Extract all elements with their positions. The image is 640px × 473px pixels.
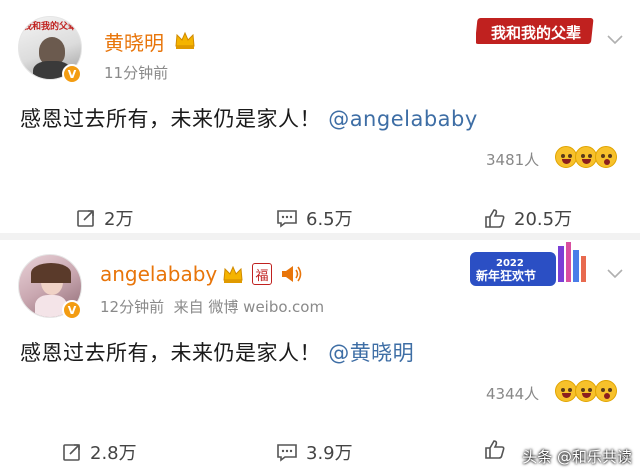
mention-link[interactable]: @黄晓明 <box>328 341 414 365</box>
post-text: 感恩过去所有，未来仍是家人！ <box>20 107 321 131</box>
comment-button[interactable]: 6.5万 <box>276 205 353 231</box>
comment-icon <box>277 210 297 228</box>
post-time: 11分钟前 <box>104 64 169 82</box>
likes-count: 4344人 <box>486 385 540 403</box>
movie-banner[interactable]: 我和我的父辈 <box>476 14 596 48</box>
watermark: 头条 @和乐共读 <box>522 448 632 466</box>
verified-icon: V <box>62 300 82 320</box>
repost-icon <box>63 444 80 461</box>
mention-link[interactable]: @angelababy <box>328 107 478 131</box>
post-content: 感恩过去所有，未来仍是家人！ @黄晓明 <box>20 337 414 367</box>
repost-icon <box>77 210 94 227</box>
post-time: 12分钟前 来自 微博 weibo.com <box>100 296 324 317</box>
emoji-laugh-icon <box>555 380 577 402</box>
comment-count: 6.5万 <box>306 209 353 230</box>
like-count: 20.5万 <box>514 209 573 230</box>
emoji-laugh-icon <box>575 146 597 168</box>
comment-count: 3.9万 <box>306 443 353 464</box>
repost-button[interactable]: 2万 <box>76 205 133 231</box>
like-button[interactable] <box>484 439 514 459</box>
like-icon <box>485 209 505 228</box>
post-time-text: 12分钟前 <box>100 298 165 316</box>
avatar-caption: 我和我的父辈 <box>23 22 78 32</box>
comment-icon <box>277 444 297 462</box>
likes-count: 3481人 <box>486 151 540 169</box>
emoji-surprised-icon <box>595 146 617 168</box>
username[interactable]: 黄晓明 <box>104 27 164 56</box>
username[interactable]: angelababy <box>100 262 217 286</box>
speaker-icon <box>282 266 302 282</box>
like-icon <box>485 440 505 459</box>
emoji-surprised-icon <box>595 380 617 402</box>
chevron-down-icon[interactable] <box>606 34 624 46</box>
banner-text: 新年狂欢节 <box>476 268 536 283</box>
crown-icon <box>175 31 195 49</box>
like-button[interactable]: 20.5万 <box>484 205 572 231</box>
post-text: 感恩过去所有，未来仍是家人！ <box>20 341 321 365</box>
new-year-banner[interactable]: 2022 新年狂欢节 <box>466 240 590 290</box>
repost-count: 2万 <box>104 209 134 230</box>
banner-year: 2022 <box>496 258 524 269</box>
post-source: 来自 微博 weibo.com <box>173 298 325 316</box>
emoji-laugh-icon <box>555 146 577 168</box>
verified-icon: V <box>62 64 82 84</box>
comment-button[interactable]: 3.9万 <box>276 439 353 465</box>
crown-icon <box>223 265 243 283</box>
banner-text: 我和我的父辈 <box>491 24 581 42</box>
weibo-post-2: V angelababy 福 12分钟前 来自 微博 weibo.com 202… <box>0 240 640 473</box>
weibo-post-1: 我和我的父辈 V 黄晓明 11分钟前 我和我的父辈 感恩过去所有，未来仍是家人！… <box>0 0 640 240</box>
emoji-laugh-icon <box>575 380 597 402</box>
post-divider <box>0 233 640 240</box>
repost-count: 2.8万 <box>90 443 137 464</box>
chevron-down-icon[interactable] <box>606 268 624 280</box>
repost-button[interactable]: 2.8万 <box>62 439 137 465</box>
fu-badge-icon: 福 <box>252 263 272 285</box>
post-content: 感恩过去所有，未来仍是家人！ @angelababy <box>20 103 478 133</box>
